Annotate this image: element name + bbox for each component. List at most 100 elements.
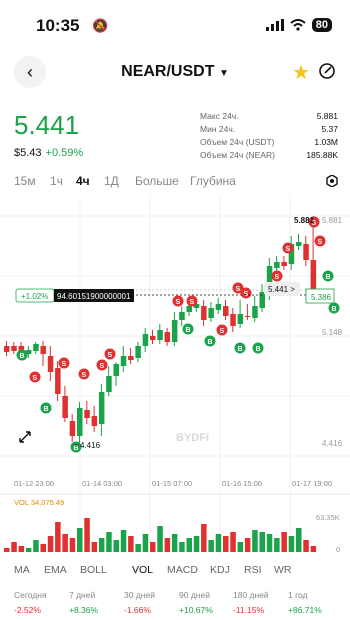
trade-marker-text: B bbox=[208, 339, 213, 346]
candle-body bbox=[201, 306, 207, 320]
volume-bar bbox=[18, 546, 25, 552]
tab-1d[interactable]: 1Д bbox=[104, 174, 119, 188]
stat-value: 185.88K bbox=[306, 150, 338, 160]
candle-body bbox=[33, 344, 39, 351]
volume-bar bbox=[274, 538, 280, 552]
trade-marker-text: B bbox=[326, 274, 331, 281]
settings-icon[interactable] bbox=[326, 175, 338, 187]
edit-icon[interactable] bbox=[318, 62, 336, 80]
expand-icon[interactable] bbox=[19, 431, 31, 443]
volume-bar bbox=[128, 536, 134, 552]
indicator-rsi[interactable]: RSI bbox=[244, 564, 262, 576]
candle-body bbox=[223, 306, 229, 316]
indicator-kdj[interactable]: KDJ bbox=[210, 564, 230, 576]
indicator-ema[interactable]: EMA bbox=[44, 564, 67, 576]
stat-value: 1.03M bbox=[314, 137, 338, 147]
volume-bar bbox=[266, 534, 273, 552]
volume-bar bbox=[69, 538, 76, 552]
candle-body bbox=[179, 312, 185, 320]
indicator-macd[interactable]: MACD bbox=[167, 564, 198, 576]
high-label: 5.881 bbox=[294, 216, 315, 225]
low-label: 4.416 bbox=[80, 441, 101, 450]
volume-bar bbox=[33, 540, 39, 552]
date-label: 01-12 23:00 bbox=[14, 479, 54, 488]
candle-body bbox=[47, 356, 54, 372]
trade-marker-text: S bbox=[220, 328, 225, 335]
volume-bar bbox=[171, 534, 178, 552]
volume-bar bbox=[310, 546, 317, 552]
perf-value: -1.66% bbox=[124, 605, 151, 615]
trade-marker-text: B bbox=[332, 306, 337, 313]
volume-bar bbox=[47, 536, 54, 552]
perf-value: -2.52% bbox=[14, 605, 41, 615]
volume-bar bbox=[296, 528, 302, 552]
candle-body bbox=[62, 396, 68, 418]
trade-marker-text: B bbox=[20, 353, 25, 360]
tab-4h[interactable]: 4ч bbox=[76, 174, 90, 188]
volume-bar bbox=[230, 532, 236, 552]
tab-more[interactable]: Больше bbox=[135, 174, 179, 188]
perf-value: -11.15% bbox=[233, 605, 265, 615]
candle-body bbox=[296, 242, 302, 246]
candle-body bbox=[69, 421, 76, 436]
trade-marker-text: B bbox=[44, 406, 49, 413]
stat-value: 5.881 bbox=[316, 111, 338, 121]
indicator-ma[interactable]: MA bbox=[14, 564, 30, 576]
indicator-vol[interactable]: VOL bbox=[132, 564, 153, 576]
perf-value: +8.36% bbox=[69, 605, 99, 615]
volume-bar bbox=[11, 542, 17, 552]
candlestick-chart[interactable]: BYDFi BSBSBSSSS SBBSSSB BSSSSBB +1.02% 94.… bbox=[0, 196, 350, 556]
candle-body bbox=[157, 330, 163, 340]
stat-value: 5.37 bbox=[321, 124, 338, 134]
caret-down-icon: ▼ bbox=[218, 68, 229, 79]
date-label: 01-16 15:00 bbox=[222, 479, 262, 488]
volume-bar bbox=[77, 528, 83, 552]
stat-label: Объем 24ч (USDT) bbox=[200, 137, 275, 147]
candle-body bbox=[4, 346, 10, 352]
candle-body bbox=[215, 304, 222, 310]
tab-15m[interactable]: 15м bbox=[14, 174, 36, 188]
trade-marker-text: S bbox=[286, 246, 291, 253]
perf-value: +10.67% bbox=[179, 605, 213, 615]
perf-label: 90 дней bbox=[179, 590, 210, 600]
volume-bar bbox=[113, 540, 119, 552]
favorite-star-icon[interactable]: ★ bbox=[292, 60, 310, 85]
volume-bar bbox=[55, 522, 61, 552]
volume-bar bbox=[201, 524, 207, 552]
tab-depth[interactable]: Глубина bbox=[190, 174, 236, 188]
price-change: +0.59% bbox=[45, 147, 84, 159]
stat-label: Объем 24ч (NEAR) bbox=[200, 150, 275, 160]
volume-bar bbox=[288, 536, 295, 552]
indicator-wr[interactable]: WR bbox=[274, 564, 292, 576]
perf-label: Сегодня bbox=[14, 590, 47, 600]
timeframe-tabs: 15м 1ч 4ч 1Д Больше Глубина bbox=[14, 174, 338, 190]
trade-marker-text: B bbox=[238, 346, 243, 353]
candles bbox=[4, 216, 317, 446]
date-label: 01-17 19:00 bbox=[292, 479, 332, 488]
vol-max-label: 63.35K bbox=[316, 513, 340, 522]
stat-label: Мин 24ч. bbox=[200, 124, 236, 134]
volume-bar bbox=[98, 538, 105, 552]
header: ‹ NEAR/USDT ▼ ★ bbox=[0, 56, 350, 90]
candle-body bbox=[135, 346, 141, 358]
volume-bar bbox=[4, 548, 10, 552]
tab-1h[interactable]: 1ч bbox=[50, 174, 63, 188]
candle-body bbox=[40, 346, 46, 354]
volume-bar bbox=[223, 536, 229, 552]
mute-bell-icon: 🔕 bbox=[92, 18, 109, 33]
vol-zero-label: 0 bbox=[336, 545, 340, 554]
candle-body bbox=[244, 316, 251, 317]
indicator-boll[interactable]: BOLL bbox=[80, 564, 107, 576]
volume-bar bbox=[62, 534, 68, 552]
axis-label-top: 5.881 bbox=[322, 216, 343, 225]
watermark: BYDFi bbox=[176, 432, 209, 444]
signal-icon bbox=[265, 19, 284, 31]
volume-bar bbox=[193, 536, 200, 552]
volume-bar bbox=[135, 544, 141, 552]
volume-bar bbox=[237, 542, 244, 552]
status-bar: 10:35 🔕 80 bbox=[0, 0, 350, 52]
cursor-value: 94.60151900000001 bbox=[57, 292, 131, 301]
volume-bar bbox=[40, 544, 46, 552]
candle-body bbox=[208, 308, 214, 318]
trade-marker-text: S bbox=[176, 299, 181, 306]
